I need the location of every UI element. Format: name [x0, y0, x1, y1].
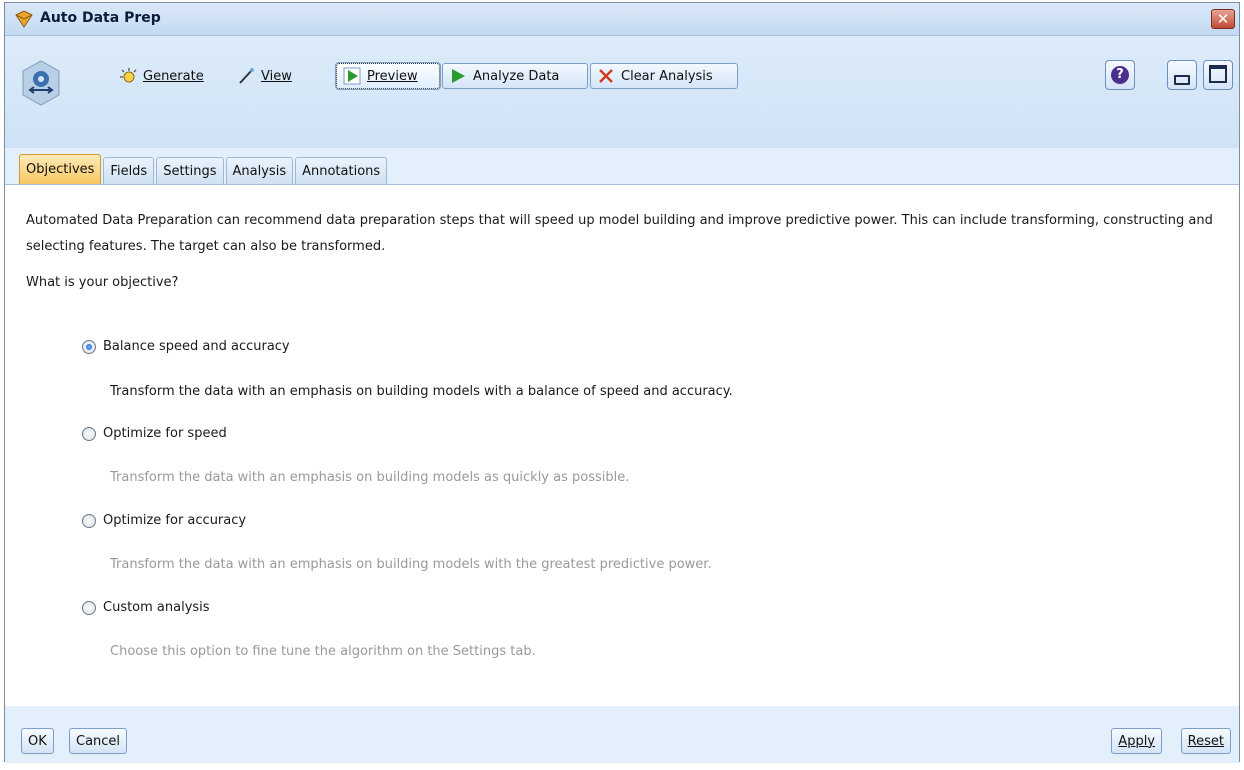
option-accuracy[interactable]: Optimize for accuracy: [82, 513, 246, 528]
app-icon: [15, 10, 33, 28]
window-title: Auto Data Prep: [40, 10, 161, 26]
tab-settings[interactable]: Settings: [156, 157, 224, 184]
analyze-icon: [452, 69, 465, 83]
option-balance[interactable]: Balance speed and accuracy: [82, 339, 290, 354]
reset-button[interactable]: Reset: [1180, 728, 1231, 754]
radio-balance[interactable]: [82, 339, 96, 354]
minimize-icon[interactable]: [1167, 60, 1197, 90]
ok-button[interactable]: OK: [21, 728, 54, 754]
option-custom[interactable]: Custom analysis: [82, 600, 210, 615]
objectives-panel: Automated Data Preparation can recommend…: [5, 184, 1239, 707]
auto-data-prep-window: Auto Data Prep ✕ Generate View Preview A…: [4, 2, 1240, 763]
dialog-footer: OK Cancel Apply Reset: [5, 706, 1239, 763]
preview-icon: [343, 67, 361, 85]
generate-icon: [120, 68, 137, 83]
tab-fields[interactable]: Fields: [103, 157, 155, 184]
view-icon: [239, 68, 254, 84]
tab-annotations[interactable]: Annotations: [295, 157, 388, 184]
generate-button[interactable]: Generate: [113, 63, 210, 89]
toolbar-area: Generate View Preview Analyze Data Clear…: [5, 36, 1239, 148]
maximize-icon[interactable]: [1203, 60, 1233, 90]
tab-analysis[interactable]: Analysis: [225, 157, 294, 184]
option-speed-description: Transform the data with an emphasis on b…: [110, 470, 630, 485]
preview-button[interactable]: Preview: [335, 62, 441, 90]
help-icon[interactable]: ?: [1105, 60, 1135, 90]
clear-icon: [599, 69, 613, 83]
option-balance-description: Transform the data with an emphasis on b…: [110, 384, 733, 399]
option-custom-description: Choose this option to fine tune the algo…: [110, 644, 536, 659]
close-icon[interactable]: ✕: [1211, 9, 1235, 29]
radio-custom[interactable]: [82, 600, 96, 615]
tab-strip: Objectives Fields Settings Analysis Anno…: [19, 154, 388, 184]
option-speed[interactable]: Optimize for speed: [82, 426, 227, 441]
tab-objectives[interactable]: Objectives: [19, 154, 102, 184]
view-button[interactable]: View: [231, 63, 298, 89]
cancel-button[interactable]: Cancel: [69, 728, 128, 754]
clear-analysis-button[interactable]: Clear Analysis: [590, 63, 738, 89]
apply-button[interactable]: Apply: [1111, 728, 1162, 754]
radio-speed[interactable]: [82, 426, 96, 441]
option-accuracy-description: Transform the data with an emphasis on b…: [110, 557, 712, 572]
intro-text: Automated Data Preparation can recommend…: [26, 213, 1213, 254]
radio-accuracy[interactable]: [82, 513, 96, 528]
analyze-data-button[interactable]: Analyze Data: [442, 63, 588, 89]
objective-question: What is your objective?: [26, 275, 179, 290]
node-icon: [22, 60, 60, 106]
title-bar: Auto Data Prep ✕: [5, 3, 1239, 36]
